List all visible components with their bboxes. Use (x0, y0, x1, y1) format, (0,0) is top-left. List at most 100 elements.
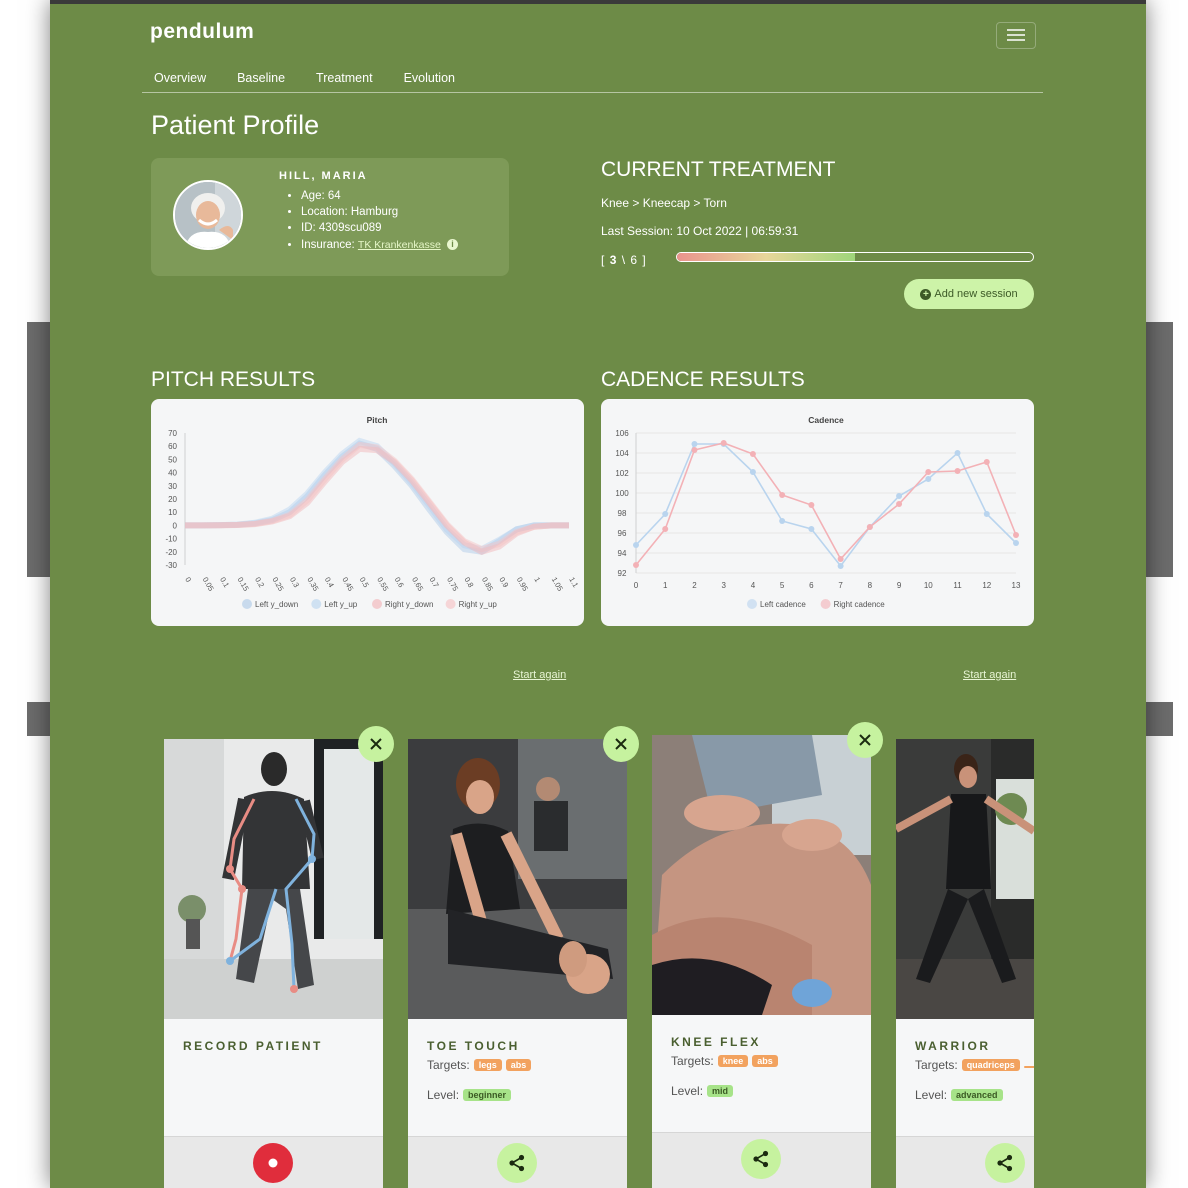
y-tick-label: 96 (618, 529, 627, 538)
session-progress-bar (676, 252, 1034, 262)
nav-item-evolution[interactable]: Evolution (404, 71, 455, 85)
card-title-knee-flex: KNEE FLEX (671, 1035, 761, 1049)
tag-clipped (1023, 1066, 1034, 1068)
x-tick-label: 0.9 (497, 576, 510, 590)
cadence-start-again-link[interactable]: Start again (963, 669, 1016, 681)
data-point (633, 562, 639, 568)
close-card-knee-flex-button[interactable] (847, 722, 883, 758)
data-point (925, 469, 932, 475)
x-tick-label: 11 (953, 581, 962, 590)
data-point (808, 502, 815, 508)
pitch-results-heading: PITCH RESULTS (151, 368, 316, 391)
legend-label-3: Right y_up (459, 600, 498, 609)
x-tick-label: 5 (780, 581, 785, 590)
y-tick-label: 100 (615, 489, 629, 498)
record-button[interactable] (253, 1143, 293, 1183)
session-progress-fill (677, 253, 855, 261)
card-photo-knee-flex (652, 735, 871, 1015)
treatment-path: Knee > Kneecap > Torn (601, 196, 727, 210)
y-tick-label: 98 (618, 509, 627, 518)
level-badge: beginner (463, 1089, 512, 1101)
share-button-knee-flex[interactable] (741, 1139, 781, 1179)
x-tick-label: 10 (924, 581, 933, 590)
level-label: Level: (427, 1088, 460, 1102)
y-tick-label: 0 (173, 521, 178, 530)
card-level-toe-touch: Level: beginner (427, 1088, 512, 1102)
hamburger-icon-line (1007, 34, 1025, 36)
exercise-card-toe-touch[interactable]: TOE TOUCH Targets: legs abs Level: beginner (408, 739, 627, 1188)
info-icon[interactable]: i (446, 239, 458, 251)
data-point (983, 459, 990, 465)
nav-item-treatment[interactable]: Treatment (316, 71, 373, 85)
app-logo[interactable]: pendulum (150, 20, 254, 44)
y-tick-label: 92 (618, 569, 627, 578)
share-icon (753, 1150, 769, 1168)
main-nav: Overview Baseline Treatment Evolution (154, 71, 455, 85)
x-tick-label: 13 (1012, 581, 1021, 590)
data-point (837, 556, 844, 562)
exercise-card-warrior[interactable]: WARRIOR Targets: quadriceps Level: advance… (896, 739, 1034, 1188)
share-button-warrior[interactable] (985, 1143, 1025, 1183)
share-button-toe-touch[interactable] (497, 1143, 537, 1183)
pitch-chart-panel: Pitch 70 60 50 40 30 20 10 0 -10 -20 -30 0 0.05 0.1 0.1… (151, 399, 584, 626)
add-session-button[interactable]: + Add new session (904, 279, 1034, 309)
legend-marker-1 (820, 599, 831, 609)
series-line-3 (185, 441, 569, 553)
close-card-record-button[interactable] (358, 726, 394, 762)
page-title: Patient Profile (151, 110, 320, 140)
x-tick-label: 2 (692, 581, 697, 590)
close-icon (370, 738, 382, 750)
x-tick-label: 0.95 (515, 576, 530, 593)
x-tick-label: 7 (838, 581, 843, 590)
y-tick-label: 40 (168, 469, 177, 478)
legend-label-0: Left y_down (255, 600, 298, 609)
tag-legs: legs (473, 1059, 502, 1071)
share-icon (509, 1154, 525, 1172)
data-point (633, 542, 639, 548)
y-tick-label: 70 (168, 429, 177, 438)
last-session: Last Session: 10 Oct 2022 | 06:59:31 (601, 224, 799, 238)
data-point (662, 526, 669, 532)
menu-toggle-button[interactable] (996, 22, 1036, 49)
tag-abs: abs (505, 1059, 532, 1071)
plus-circle-icon: + (920, 288, 932, 300)
close-card-toe-touch-button[interactable] (603, 726, 639, 762)
session-total: \ 6 ] (621, 253, 647, 267)
x-tick-label: 4 (751, 581, 756, 590)
card-targets-toe-touch: Targets: legs abs (427, 1058, 532, 1072)
nav-item-baseline[interactable]: Baseline (237, 71, 285, 85)
y-tick-label: 104 (615, 449, 629, 458)
x-tick-label: 0.6 (393, 576, 406, 590)
level-label: Level: (915, 1088, 948, 1102)
nav-item-overview[interactable]: Overview (154, 71, 206, 85)
patient-location: Location: Hamburg (301, 204, 458, 220)
data-point (691, 447, 698, 453)
exercise-card-knee-flex[interactable]: KNEE FLEX Targets: knee abs Level: mid (652, 735, 871, 1188)
card-photo-record (164, 739, 383, 1019)
y-tick-label: -20 (165, 548, 177, 557)
session-bracket-open: [ (601, 253, 606, 267)
y-tick-label: -30 (165, 561, 177, 570)
data-point (954, 450, 961, 456)
close-icon (859, 734, 871, 746)
data-point (866, 524, 873, 530)
pitch-chart: Pitch 70 60 50 40 30 20 10 0 -10 -20 -30 0 0.05 0.1 0.1… (165, 415, 580, 609)
card-photo-toe-touch (408, 739, 627, 1019)
legend-marker-0 (242, 599, 252, 609)
add-session-label: Add new session (934, 288, 1018, 300)
pitch-start-again-link[interactable]: Start again (513, 669, 566, 681)
hamburger-icon-line (1007, 39, 1025, 41)
exercise-card-record[interactable]: RECORD PATIENT (164, 739, 383, 1188)
legend-marker-3 (445, 599, 456, 609)
chart-title: Cadence (808, 415, 844, 425)
x-tick-label: 0.4 (323, 576, 336, 590)
insurance-link[interactable]: TK Krankenkasse (358, 239, 441, 251)
level-badge: advanced (951, 1089, 1003, 1101)
x-tick-label: 6 (809, 581, 814, 590)
card-title-record: RECORD PATIENT (183, 1039, 323, 1053)
x-tick-label: 0 (183, 576, 193, 584)
data-point (779, 492, 786, 498)
x-tick-label: 0.7 (428, 576, 441, 590)
tag-knee: knee (717, 1055, 749, 1067)
session-counter: [ 3 \ 6 ] (601, 253, 647, 267)
